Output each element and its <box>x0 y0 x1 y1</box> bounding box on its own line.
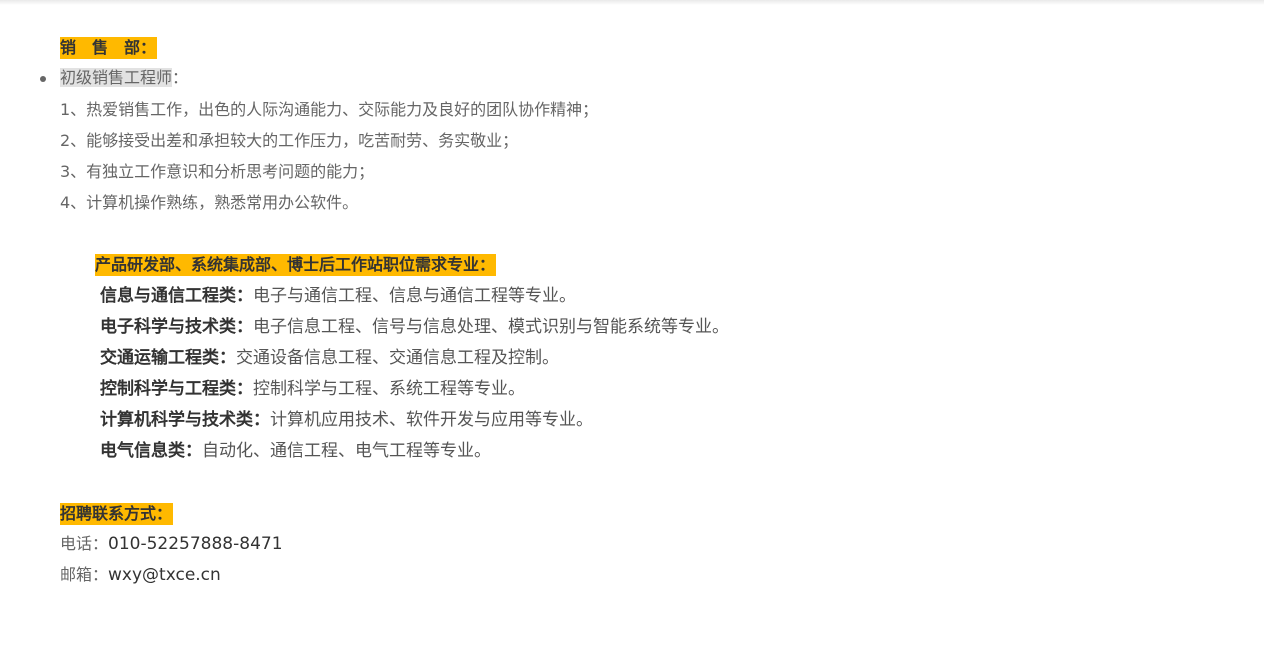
requirement-item: 4、计算机操作熟练，熟悉常用办公软件。 <box>60 193 359 212</box>
sales-heading: 销 售 部： <box>60 37 158 59</box>
requirement-item: 1、热爱销售工作，出色的人际沟通能力、交际能力及良好的团队协作精神； <box>60 100 599 119</box>
sales-heading-text: 销 售 部： <box>60 37 158 59</box>
requirement-item: 2、能够接受出差和承担较大的工作压力，吃苦耐劳、务实敬业； <box>60 131 519 150</box>
email-label: 邮箱： <box>60 565 109 584</box>
phone-label: 电话： <box>60 534 109 553</box>
major-category: 电气信息类： <box>100 441 202 461</box>
position-suffix: ： <box>172 68 189 87</box>
major-category: 信息与通信工程类： <box>100 286 253 306</box>
contact-email: 邮箱：wxy@txce.cn <box>60 564 221 586</box>
contact-heading: 招聘联系方式： <box>60 503 174 525</box>
major-detail: 电子与通信工程、信息与通信工程等专业。 <box>253 286 576 306</box>
major-detail: 交通设备信息工程、交通信息工程及控制。 <box>236 348 559 368</box>
major-category: 电子科学与技术类： <box>100 317 253 337</box>
contact-phone: 电话：010-52257888-8471 <box>60 533 283 555</box>
major-row: 信息与通信工程类：电子与通信工程、信息与通信工程等专业。 <box>100 285 576 307</box>
rd-heading: 产品研发部、系统集成部、博士后工作站职位需求专业： <box>95 254 497 276</box>
email-value[interactable]: wxy@txce.cn <box>108 565 221 585</box>
list-bullet <box>40 76 46 82</box>
major-detail: 计算机应用技术、软件开发与应用等专业。 <box>270 410 593 430</box>
major-category: 交通运输工程类： <box>100 348 236 368</box>
phone-value[interactable]: 010-52257888-8471 <box>108 534 283 554</box>
major-detail: 自动化、通信工程、电气工程等专业。 <box>202 441 491 461</box>
major-category: 计算机科学与技术类： <box>100 410 270 430</box>
position-title: 初级销售工程师 <box>60 68 173 87</box>
sales-position: 初级销售工程师： <box>60 67 188 89</box>
major-row: 交通运输工程类：交通设备信息工程、交通信息工程及控制。 <box>100 347 559 369</box>
major-row: 电子科学与技术类：电子信息工程、信号与信息处理、模式识别与智能系统等专业。 <box>100 316 729 338</box>
rd-heading-text: 产品研发部、系统集成部、博士后工作站职位需求专业： <box>95 254 497 276</box>
requirement-item: 3、有独立工作意识和分析思考问题的能力； <box>60 162 375 181</box>
major-detail: 控制科学与工程、系统工程等专业。 <box>253 379 525 399</box>
major-row: 控制科学与工程类：控制科学与工程、系统工程等专业。 <box>100 378 525 400</box>
top-shadow <box>0 0 1264 5</box>
contact-heading-text: 招聘联系方式： <box>60 503 174 525</box>
major-detail: 电子信息工程、信号与信息处理、模式识别与智能系统等专业。 <box>253 317 729 337</box>
major-category: 控制科学与工程类： <box>100 379 253 399</box>
major-row: 计算机科学与技术类：计算机应用技术、软件开发与应用等专业。 <box>100 409 593 431</box>
major-row: 电气信息类：自动化、通信工程、电气工程等专业。 <box>100 440 491 462</box>
